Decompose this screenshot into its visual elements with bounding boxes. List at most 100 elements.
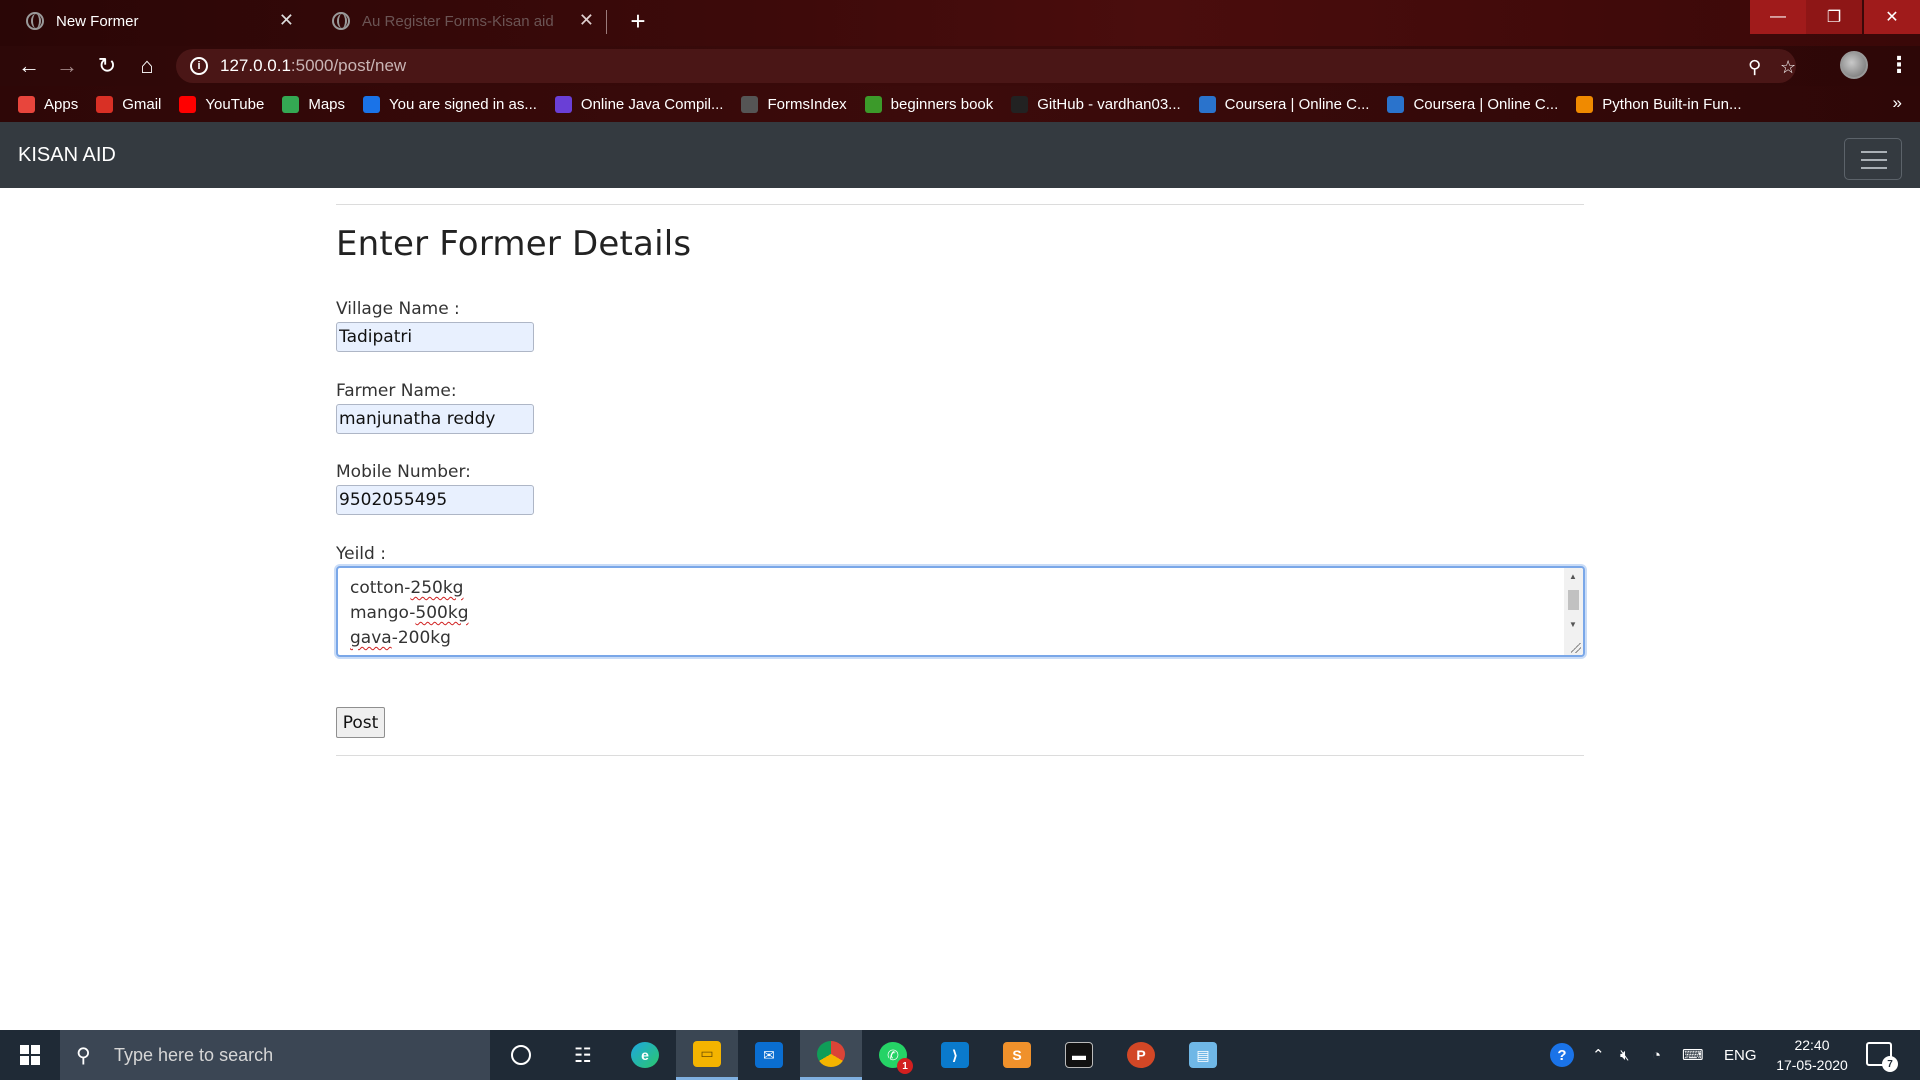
zoom-icon[interactable]: ⚲ <box>1748 57 1761 78</box>
mail-icon[interactable]: ✉ <box>738 1030 800 1080</box>
close-window-button[interactable]: ✕ <box>1864 0 1920 34</box>
scroll-up-arrow-icon[interactable]: ▲ <box>1569 572 1577 581</box>
bookmarks-bar: Apps Gmail YouTube Maps You are signed in as… <box>0 86 1920 122</box>
forward-arrow-icon[interactable]: → <box>52 52 82 80</box>
whatsapp-icon[interactable]: ✆ 1 <box>862 1030 924 1080</box>
bookmark-item[interactable]: Gmail <box>96 95 162 113</box>
reload-icon[interactable]: ↻ <box>92 52 122 80</box>
browser-menu-icon[interactable]: ⋮ <box>1888 52 1910 78</box>
start-button[interactable] <box>0 1030 60 1080</box>
textarea-scrollbar[interactable]: ▲ ▼ <box>1564 568 1583 655</box>
notepad-icon[interactable]: ▤ <box>1172 1030 1234 1080</box>
tab-new-former[interactable]: New Former ✕ <box>0 0 306 42</box>
task-view-icon[interactable]: ☷ <box>552 1030 614 1080</box>
crop-quantity: -200kg <box>391 628 451 648</box>
wifi-icon[interactable]: ◔ <box>1652 1030 1661 1080</box>
yield-line: cotton-250kg <box>350 578 463 598</box>
bookmark-item[interactable]: Apps <box>18 95 79 113</box>
bookmark-item[interactable]: Coursera | Online C... <box>1198 95 1369 113</box>
chrome-icon[interactable] <box>800 1030 862 1080</box>
coursera-icon <box>1387 95 1405 113</box>
chevron-up-icon[interactable]: ⌃ <box>1592 1030 1605 1080</box>
village-name-label: Village Name : <box>336 299 460 319</box>
post-button[interactable]: Post <box>336 707 385 738</box>
tab-strip: New Former ✕ Au Register Forms-Kisan aid… <box>0 0 1920 46</box>
edge-icon[interactable]: e <box>614 1030 676 1080</box>
tab-title: New Former <box>56 12 139 30</box>
farmer-name-input[interactable] <box>336 404 534 434</box>
bookmark-item[interactable]: Coursera | Online C... <box>1387 95 1559 113</box>
tab-register-forms[interactable]: Au Register Forms-Kisan aid ✕ <box>306 0 606 42</box>
farmer-name-label: Farmer Name: <box>336 381 457 401</box>
bookmark-label: YouTube <box>205 95 265 113</box>
search-icon: ⚲ <box>76 1044 91 1067</box>
apps-grid-icon <box>18 95 35 113</box>
home-icon[interactable]: ⌂ <box>132 52 162 80</box>
tab-title: Au Register Forms-Kisan aid <box>362 12 554 30</box>
notification-center-icon[interactable]: 7 <box>1866 1042 1898 1072</box>
bookmark-item[interactable]: Online Java Compil... <box>554 95 723 113</box>
clock-date: 17-05-2020 <box>1776 1057 1848 1073</box>
bookmark-item[interactable]: FormsIndex <box>741 95 847 113</box>
yield-line: gava-200kg <box>350 628 451 648</box>
crop-name: mango- <box>350 603 416 623</box>
bookmark-label: beginners book <box>890 95 994 113</box>
mobile-number-input[interactable] <box>336 485 534 515</box>
bookmark-item[interactable]: YouTube <box>179 95 265 113</box>
scroll-thumb[interactable] <box>1568 590 1579 610</box>
bookmark-item[interactable]: Maps <box>282 95 345 113</box>
search-placeholder: Type here to search <box>114 1044 274 1065</box>
bookmark-label: Coursera | Online C... <box>1413 95 1559 113</box>
minimize-button[interactable]: — <box>1750 0 1806 34</box>
notification-count: 7 <box>1882 1056 1898 1072</box>
cortana-icon[interactable] <box>490 1030 552 1080</box>
resize-grip-icon[interactable] <box>1571 643 1581 653</box>
browser-toolbar: ← → ↻ ⌂ i 127.0.0.1 :5000/post/new ⚲ ☆ ⋮ <box>0 46 1920 86</box>
keyboard-icon[interactable]: ⌨ <box>1682 1030 1704 1080</box>
profile-avatar[interactable] <box>1840 51 1868 79</box>
bookmark-star-icon[interactable]: ☆ <box>1780 57 1796 78</box>
volume-muted-icon[interactable]: 🔇︎ <box>1620 1030 1629 1080</box>
language-indicator[interactable]: ENG <box>1724 1030 1757 1080</box>
hamburger-line <box>1861 167 1887 169</box>
tab-close-icon[interactable]: ✕ <box>579 10 594 31</box>
hamburger-line <box>1861 159 1887 161</box>
windows-taskbar: ⚲ Type here to search ☷ e ▭ ✉ ✆ 1 ⟩ S ▬ P… <box>0 1030 1920 1080</box>
bookmark-item[interactable]: You are signed in as... <box>363 95 537 113</box>
site-info-icon[interactable]: i <box>190 57 208 75</box>
maps-icon <box>282 95 300 113</box>
crop-name: gava <box>350 628 392 648</box>
help-icon[interactable]: ? <box>1550 1030 1574 1080</box>
brand-logo-text[interactable]: KISAN AID <box>18 144 116 167</box>
bookmarks-overflow-icon[interactable]: » <box>1893 93 1902 113</box>
scroll-down-arrow-icon[interactable]: ▼ <box>1569 620 1577 629</box>
vscode-icon[interactable]: ⟩ <box>924 1030 986 1080</box>
youtube-icon <box>179 95 197 113</box>
yield-textarea[interactable]: cotton-250kg mango-500kg gava-200kg ▲ ▼ <box>336 566 1585 657</box>
village-name-input[interactable] <box>336 322 534 352</box>
bookmark-item[interactable]: GitHub - vardhan03... <box>1011 95 1181 113</box>
address-bar[interactable]: i 127.0.0.1 :5000/post/new ⚲ ☆ <box>176 49 1796 83</box>
notification-badge: 1 <box>897 1058 913 1074</box>
bookmark-label: You are signed in as... <box>389 95 537 113</box>
system-clock[interactable]: 22:40 17-05-2020 <box>1770 1035 1854 1075</box>
bookmark-label: Gmail <box>122 95 162 113</box>
bookmark-item[interactable]: beginners book <box>864 95 994 113</box>
bookmark-label: Apps <box>44 95 79 113</box>
terminal-icon[interactable]: ▬ <box>1048 1030 1110 1080</box>
navbar-toggle-button[interactable] <box>1844 138 1902 180</box>
maximize-button[interactable]: ❐ <box>1806 0 1862 34</box>
crop-quantity: 500kg <box>415 603 469 623</box>
new-tab-button[interactable]: + <box>624 6 652 37</box>
sublime-text-icon[interactable]: S <box>986 1030 1048 1080</box>
back-arrow-icon[interactable]: ← <box>14 52 44 80</box>
yield-line: mango-500kg <box>350 603 469 623</box>
powerpoint-icon[interactable]: P <box>1110 1030 1172 1080</box>
bookmark-item[interactable]: Python Built-in Fun... <box>1576 95 1742 113</box>
globe-icon <box>332 12 350 30</box>
coursera-icon <box>1198 95 1216 113</box>
taskbar-search-box[interactable]: ⚲ Type here to search <box>60 1030 490 1080</box>
tab-close-icon[interactable]: ✕ <box>279 10 294 31</box>
gmail-icon <box>96 95 114 113</box>
file-explorer-icon[interactable]: ▭ <box>676 1030 738 1080</box>
